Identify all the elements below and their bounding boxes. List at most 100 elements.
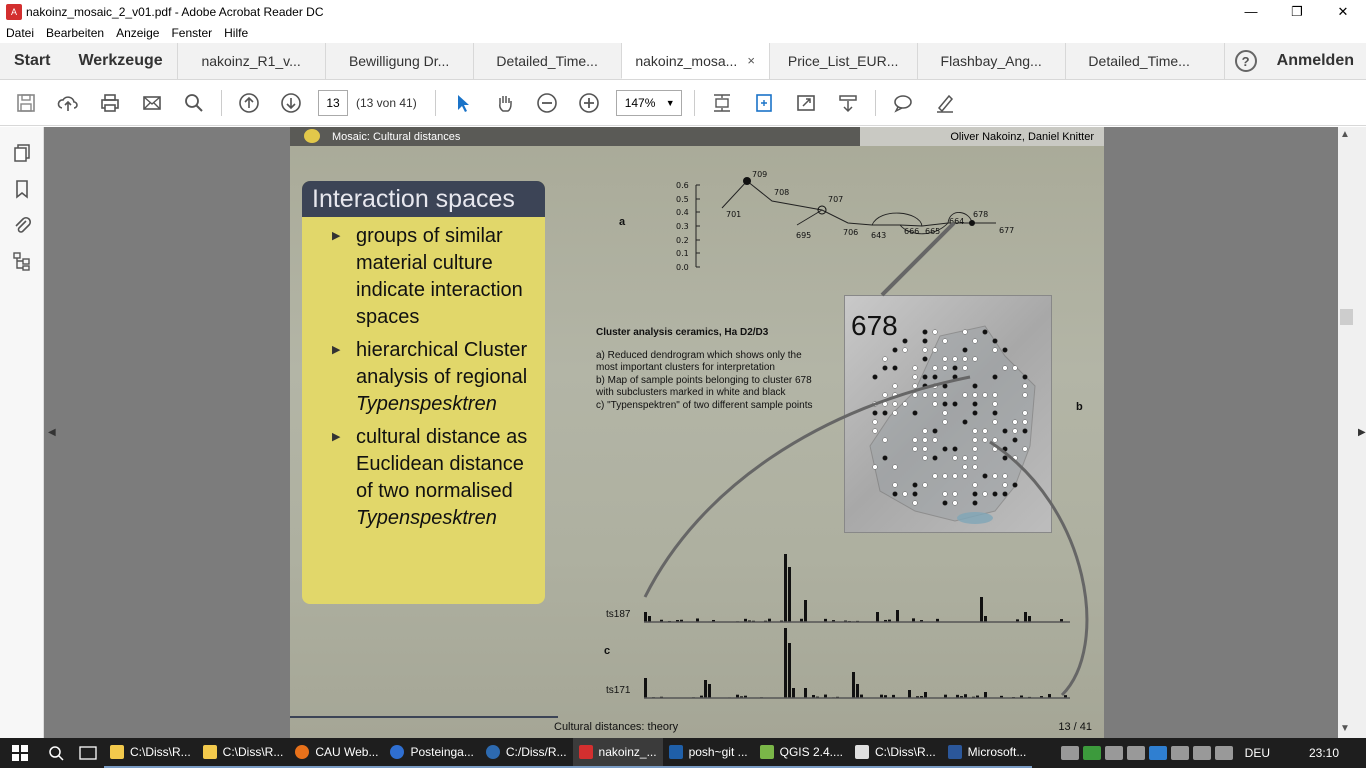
network-icon[interactable] xyxy=(1170,746,1189,760)
scroll-mode-icon[interactable] xyxy=(834,89,862,117)
doc-tab-5[interactable]: Price_List_EUR... xyxy=(768,43,917,79)
doc-tab-active[interactable]: nakoinz_mosa... × xyxy=(620,43,769,79)
tools-tab[interactable]: Werkzeuge xyxy=(64,43,176,79)
bookmark-icon[interactable] xyxy=(0,171,44,207)
cloud-upload-icon[interactable] xyxy=(54,89,82,117)
close-tab-icon[interactable]: × xyxy=(747,53,755,68)
menu-hilfe[interactable]: Hilfe xyxy=(218,26,254,40)
taskbar-item[interactable]: QGIS 2.4.... xyxy=(753,738,849,768)
spectrum-bar xyxy=(876,612,879,622)
doc-tab-1[interactable]: nakoinz_R1_v... xyxy=(176,43,325,79)
hand-tool-icon[interactable] xyxy=(491,89,519,117)
attachment-icon[interactable] xyxy=(0,207,44,243)
scrollbar-thumb[interactable] xyxy=(1340,309,1353,325)
taskbar-item[interactable]: posh~git ... xyxy=(662,738,754,768)
taskbar-search-icon[interactable] xyxy=(40,745,72,761)
spectrum-bar xyxy=(792,688,795,698)
spectrum-bar xyxy=(1028,616,1031,622)
left-navigation-pane xyxy=(0,127,44,738)
doc-tab-label: Flashbay_Ang... xyxy=(940,53,1042,69)
page-number-input[interactable]: 13 xyxy=(318,89,348,116)
input-language[interactable]: DEU xyxy=(1245,746,1270,760)
spectrum-bar xyxy=(852,672,855,698)
close-window-button[interactable]: ✕ xyxy=(1320,0,1366,23)
minimize-button[interactable]: — xyxy=(1228,0,1274,23)
save-icon[interactable] xyxy=(12,89,40,117)
usb-icon[interactable] xyxy=(1126,746,1145,760)
select-cursor-icon[interactable] xyxy=(449,89,477,117)
cloud-icon[interactable] xyxy=(1060,746,1079,760)
spectrum-label-ts171: ts171 xyxy=(606,685,631,696)
spectrum-bar xyxy=(784,628,787,698)
comment-icon[interactable] xyxy=(889,89,917,117)
previous-page-icon[interactable] xyxy=(235,89,263,117)
doc-tab-6[interactable]: Flashbay_Ang... xyxy=(916,43,1065,79)
collapse-left-pane-icon[interactable]: ◀ xyxy=(48,427,56,438)
next-page-icon[interactable] xyxy=(277,89,305,117)
spectrum-bar xyxy=(804,600,807,622)
expand-right-pane-icon[interactable]: ▶ xyxy=(1358,427,1366,438)
taskbar-item[interactable]: C:\Diss\R... xyxy=(104,738,197,768)
help-icon: ? xyxy=(1234,50,1257,72)
zoom-out-icon[interactable] xyxy=(533,89,561,117)
download-icon[interactable] xyxy=(1082,746,1101,760)
windows-taskbar: C:\Diss\R... C:\Diss\R... CAU Web... Pos… xyxy=(0,738,1366,768)
menu-fenster[interactable]: Fenster xyxy=(165,26,218,40)
document-viewer[interactable]: ◀ Mosaic: Cultural distances Oliver Nako… xyxy=(44,127,1338,738)
task-view-icon[interactable] xyxy=(72,746,104,760)
menu-anzeige[interactable]: Anzeige xyxy=(110,26,165,40)
firefox-icon xyxy=(295,745,310,759)
spectrum-bar xyxy=(908,690,911,698)
doc-tab-label: Detailed_Time... xyxy=(1088,53,1190,69)
menu-datei[interactable]: Datei xyxy=(0,26,40,40)
toolbar-divider xyxy=(874,89,876,116)
menu-bearbeiten[interactable]: Bearbeiten xyxy=(40,26,110,40)
maximize-button[interactable]: ❐ xyxy=(1274,0,1320,23)
structure-tree-icon[interactable] xyxy=(0,243,44,279)
print-icon[interactable] xyxy=(96,89,124,117)
powershell-icon xyxy=(668,745,683,759)
fit-page-icon[interactable] xyxy=(708,89,736,117)
word-icon xyxy=(947,745,962,759)
vertical-scrollbar[interactable]: ▲ ▼ ▶ xyxy=(1338,127,1366,738)
scroll-up-icon[interactable]: ▲ xyxy=(1340,129,1350,140)
taskbar-item[interactable]: Microsoft... xyxy=(941,738,1033,768)
mail-tray-icon[interactable] xyxy=(1104,746,1123,760)
doc-tab-label: Detailed_Time... xyxy=(496,53,598,69)
doc-tab-3[interactable]: Detailed_Time... xyxy=(472,43,621,79)
volume-icon[interactable] xyxy=(1192,746,1211,760)
system-clock[interactable]: 23:10 xyxy=(1282,746,1366,760)
sign-in-button[interactable]: Anmelden xyxy=(1267,43,1366,79)
highlight-pen-icon[interactable] xyxy=(931,89,959,117)
full-screen-icon[interactable] xyxy=(792,89,820,117)
spectrum-bar xyxy=(644,612,647,622)
search-icon[interactable] xyxy=(180,89,208,117)
spectrum-bar xyxy=(784,554,787,622)
spectrum-bar xyxy=(804,688,807,698)
taskbar-item[interactable]: Posteinga... xyxy=(384,738,480,768)
chevron-down-icon: ▼ xyxy=(665,97,675,108)
taskbar-item-active[interactable]: nakoinz_... xyxy=(572,738,663,768)
doc-tab-7[interactable]: Detailed_Time... xyxy=(1064,43,1213,79)
notification-icon[interactable] xyxy=(1214,746,1233,760)
pdf-page: Mosaic: Cultural distances Oliver Nakoin… xyxy=(290,127,1104,738)
spectrum-label-ts187: ts187 xyxy=(606,609,631,620)
taskbar-item[interactable]: C:\Diss\R... xyxy=(196,738,290,768)
taskbar-item[interactable]: CAU Web... xyxy=(289,738,385,768)
start-tab[interactable]: Start xyxy=(0,43,64,79)
windows-start-icon[interactable] xyxy=(0,745,40,761)
acrobat-icon xyxy=(578,745,593,759)
spectrum-bar xyxy=(644,678,647,698)
doc-tab-2[interactable]: Bewilligung Dr... xyxy=(324,43,473,79)
help-button[interactable]: ? xyxy=(1223,43,1267,79)
security-icon[interactable] xyxy=(1148,746,1167,760)
spectrum-bar xyxy=(856,684,859,698)
zoom-in-icon[interactable] xyxy=(575,89,603,117)
scroll-down-icon[interactable]: ▼ xyxy=(1340,723,1350,734)
taskbar-item[interactable]: C:/Diss/R... xyxy=(479,738,573,768)
zoom-level-select[interactable]: 147% ▼ xyxy=(615,89,682,116)
page-thumbnails-icon[interactable] xyxy=(0,135,44,171)
rotate-view-icon[interactable] xyxy=(750,89,778,117)
taskbar-item[interactable]: C:\Diss\R... xyxy=(848,738,942,768)
email-icon[interactable] xyxy=(138,89,166,117)
